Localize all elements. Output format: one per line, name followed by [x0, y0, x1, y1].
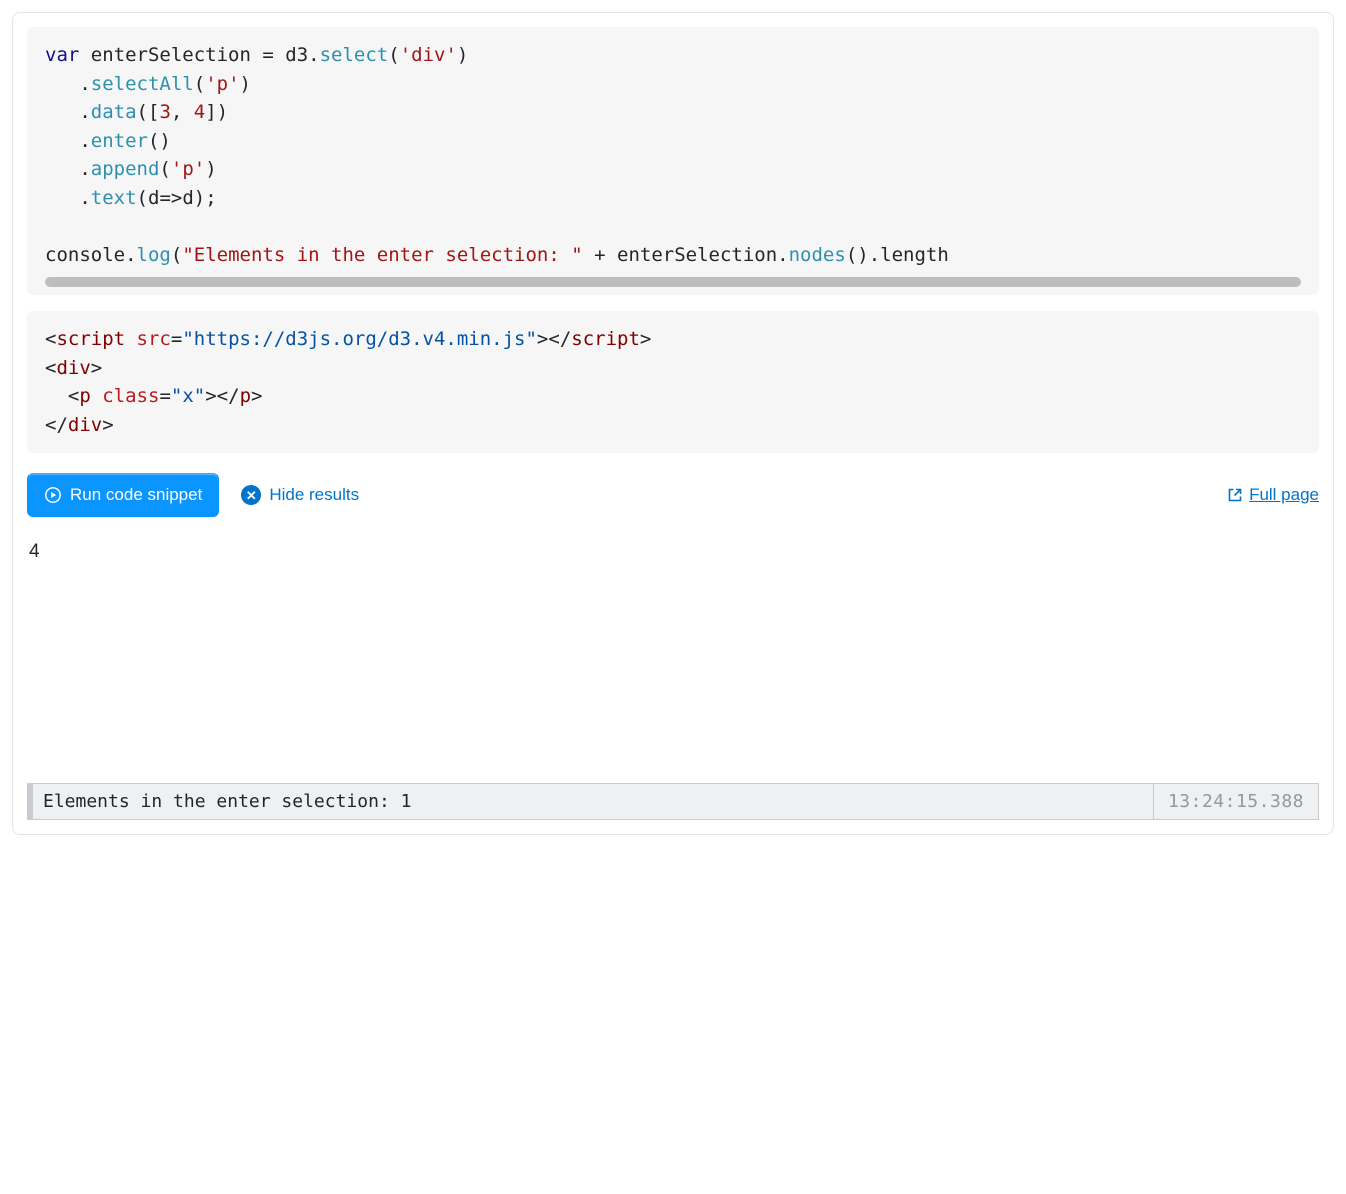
code-block-html[interactable]: <script src="https://d3js.org/d3.v4.min.…	[27, 311, 1319, 453]
console-message: Elements in the enter selection: 1	[33, 784, 1153, 819]
external-link-icon	[1227, 487, 1243, 503]
result-area: 4 Elements in the enter selection: 1 13:…	[27, 535, 1319, 820]
actions-row: Run code snippet ✕ Hide results Full pag…	[27, 473, 1319, 517]
play-icon	[44, 486, 62, 504]
close-circle-icon: ✕	[241, 485, 261, 505]
run-code-label: Run code snippet	[70, 485, 202, 505]
full-page-link[interactable]: Full page	[1227, 485, 1319, 505]
console-timestamp: 13:24:15.388	[1153, 784, 1318, 819]
full-page-label: Full page	[1249, 485, 1319, 505]
hide-results-label: Hide results	[269, 485, 359, 505]
run-code-button[interactable]: Run code snippet	[27, 473, 219, 517]
code-html-pre: <script src="https://d3js.org/d3.v4.min.…	[45, 325, 1301, 439]
console-bar: Elements in the enter selection: 1 13:24…	[27, 783, 1319, 820]
horizontal-scrollbar[interactable]	[45, 277, 1301, 287]
snippet-container: var enterSelection = d3.select('div') .s…	[12, 12, 1334, 835]
code-block-js[interactable]: var enterSelection = d3.select('div') .s…	[27, 27, 1319, 295]
result-output: 4	[27, 541, 1319, 563]
code-js-pre: var enterSelection = d3.select('div') .s…	[45, 41, 1301, 269]
hide-results-button[interactable]: ✕ Hide results	[241, 485, 359, 505]
